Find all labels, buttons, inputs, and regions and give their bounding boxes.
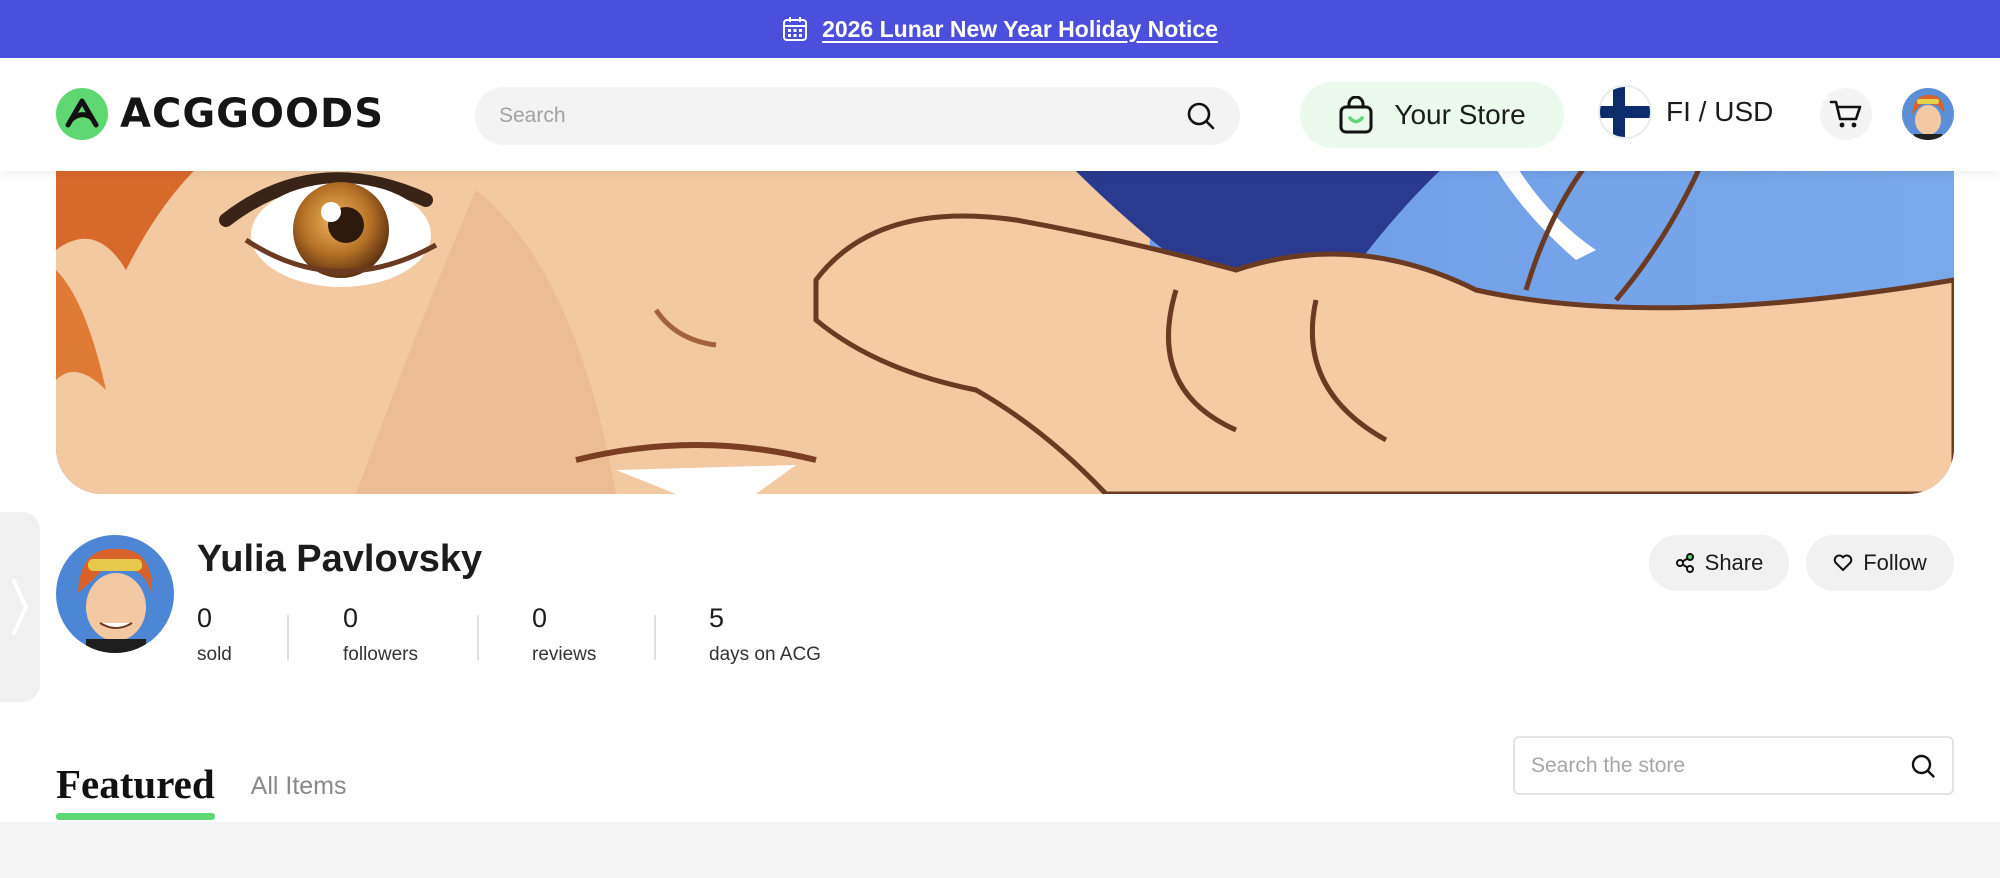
follow-button[interactable]: Follow bbox=[1806, 535, 1954, 591]
content-area bbox=[0, 822, 2000, 878]
user-avatar[interactable] bbox=[1902, 88, 1954, 140]
calendar-icon bbox=[783, 17, 808, 41]
divider bbox=[654, 615, 656, 660]
follow-label: Follow bbox=[1863, 550, 1927, 575]
locale-label: FI / USD bbox=[1666, 96, 1774, 127]
store-avatar bbox=[56, 535, 174, 653]
store-owner-name: Yulia Pavlovsky bbox=[197, 538, 483, 580]
your-store-button[interactable]: Your Store bbox=[1300, 82, 1564, 148]
stat-value: 0 bbox=[197, 603, 213, 633]
stat-followers: 0 followers bbox=[343, 603, 532, 666]
stat-label: reviews bbox=[532, 644, 597, 665]
share-icon bbox=[1675, 553, 1694, 573]
locale-selector[interactable]: FI / USD bbox=[1598, 85, 1773, 139]
stat-value: 0 bbox=[532, 603, 548, 633]
cart-button[interactable] bbox=[1820, 88, 1872, 140]
cart-icon bbox=[1829, 100, 1862, 128]
sidebar-toggle[interactable] bbox=[0, 512, 40, 702]
your-store-label: Your Store bbox=[1394, 99, 1526, 130]
store-tabs: Featured All Items bbox=[56, 760, 347, 820]
finland-flag-icon bbox=[1598, 85, 1652, 139]
stat-value: 0 bbox=[343, 603, 359, 633]
site-header: ACGGOODS Your Store FI / USD bbox=[0, 58, 2000, 171]
store-search bbox=[1513, 736, 1954, 795]
stat-label: followers bbox=[343, 644, 418, 665]
stat-value: 5 bbox=[709, 603, 725, 633]
stat-label: sold bbox=[197, 644, 232, 665]
shopping-bag-icon bbox=[1339, 96, 1373, 134]
search-icon[interactable] bbox=[1910, 753, 1936, 779]
search-icon[interactable] bbox=[1186, 101, 1216, 131]
chevron-right-icon bbox=[12, 579, 29, 635]
stat-sold: 0 sold bbox=[197, 603, 343, 666]
share-button[interactable]: Share bbox=[1649, 535, 1789, 591]
heart-icon bbox=[1833, 554, 1853, 571]
brand-logo[interactable]: ACGGOODS bbox=[56, 88, 384, 140]
store-stats: 0 sold 0 followers 0 reviews 5 days on A… bbox=[197, 603, 859, 666]
stat-reviews: 0 reviews bbox=[532, 603, 709, 666]
tab-all-items[interactable]: All Items bbox=[251, 772, 347, 801]
stat-days: 5 days on ACG bbox=[709, 603, 859, 666]
store-banner bbox=[56, 130, 1954, 494]
logo-mark-icon bbox=[56, 88, 108, 140]
announcement-bar: 2026 Lunar New Year Holiday Notice bbox=[0, 0, 2000, 58]
brand-name: ACGGOODS bbox=[120, 91, 384, 137]
stat-label: days on ACG bbox=[709, 644, 821, 665]
search-input[interactable] bbox=[499, 104, 1186, 128]
tab-featured[interactable]: Featured bbox=[56, 760, 215, 820]
divider bbox=[477, 615, 479, 660]
global-search bbox=[475, 87, 1240, 145]
divider bbox=[287, 615, 289, 660]
holiday-notice-link[interactable]: 2026 Lunar New Year Holiday Notice bbox=[822, 16, 1218, 43]
share-label: Share bbox=[1704, 550, 1764, 575]
store-search-input[interactable] bbox=[1531, 753, 1910, 778]
